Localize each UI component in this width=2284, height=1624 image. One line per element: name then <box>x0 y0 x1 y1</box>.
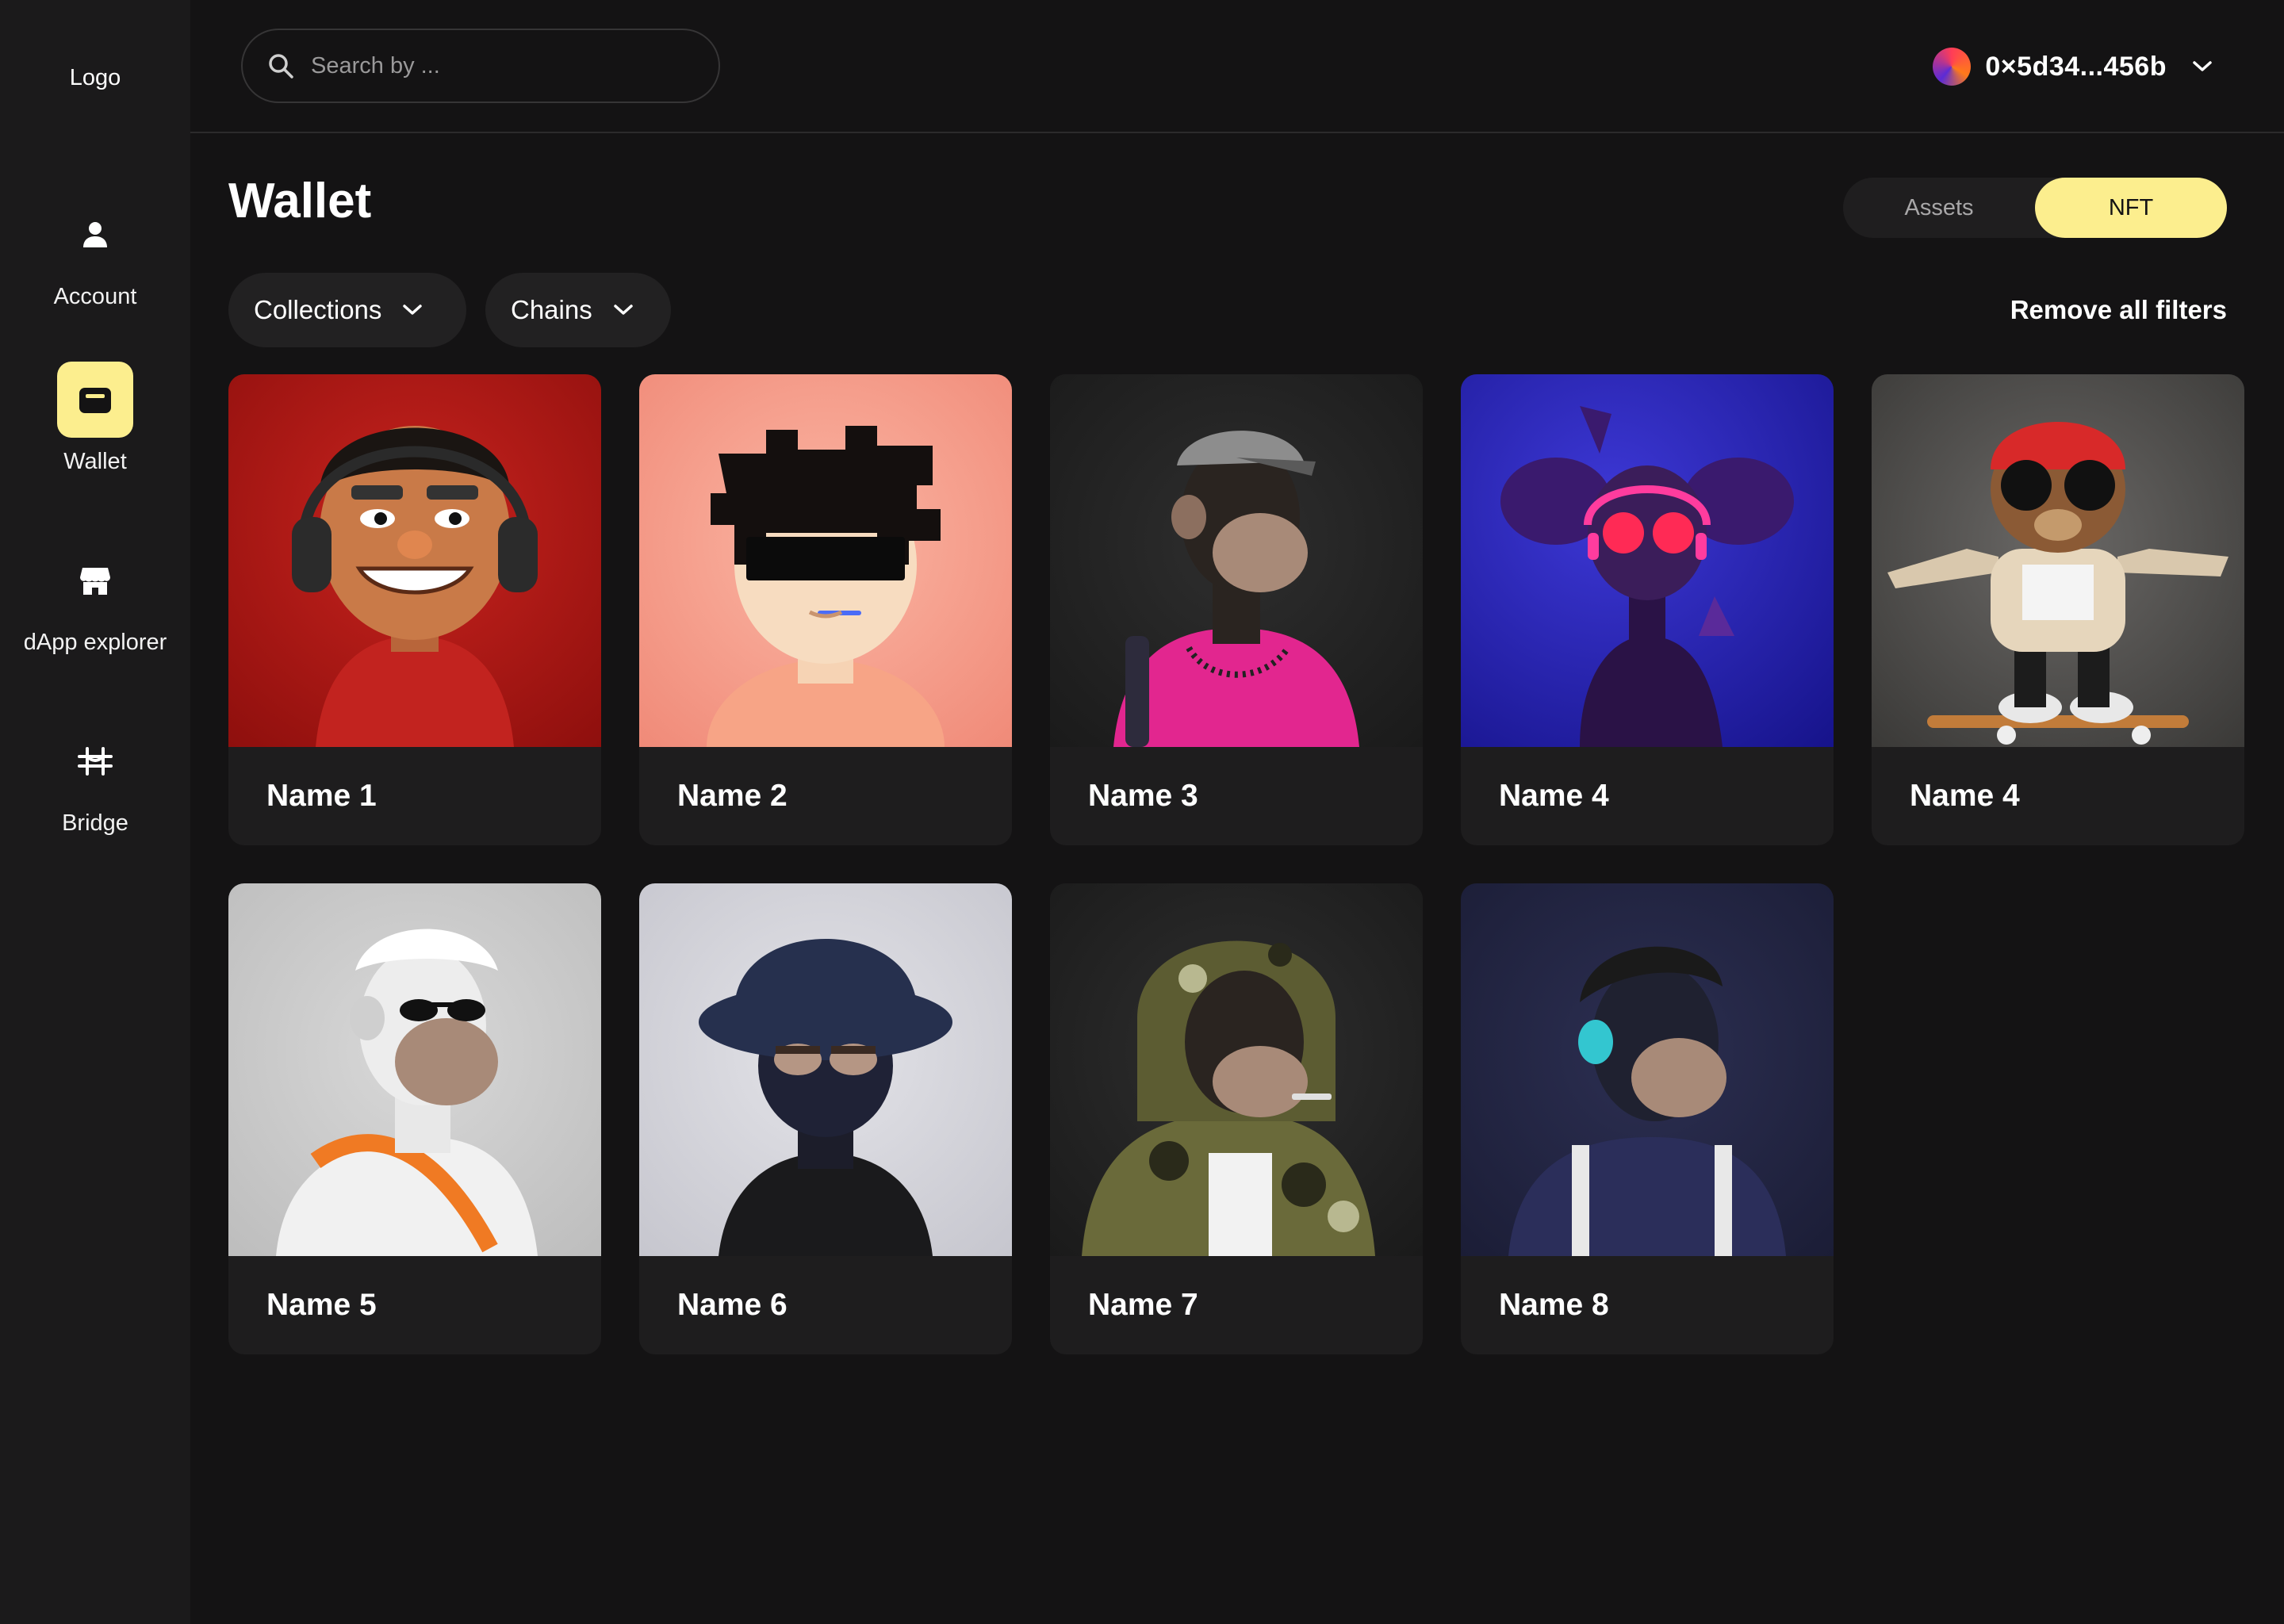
sidebar-item-label: Wallet <box>63 449 127 474</box>
nft-card[interactable]: Name 4 <box>1461 374 1834 845</box>
bridge-icon <box>57 723 133 799</box>
nft-name: Name 4 <box>1499 779 1609 813</box>
logo[interactable]: Logo <box>0 65 190 91</box>
tab-assets[interactable]: Assets <box>1843 178 2035 238</box>
chevron-down-icon <box>2192 60 2213 73</box>
wallet-address-dropdown[interactable]: 0×5d34...456b <box>1933 41 2213 92</box>
nft-name: Name 8 <box>1499 1288 1609 1322</box>
nft-name: Name 1 <box>266 779 377 813</box>
search-input[interactable] <box>309 52 693 80</box>
nft-image <box>1050 374 1423 747</box>
sidebar-item-wallet[interactable]: Wallet <box>0 362 190 475</box>
chevron-down-icon <box>613 304 634 316</box>
sidebar-item-dapp-explorer[interactable]: dApp explorer <box>0 542 190 656</box>
sidebar-item-label: Bridge <box>62 810 128 836</box>
nft-card[interactable]: Name 8 <box>1461 883 1834 1354</box>
nft-image <box>228 883 601 1256</box>
sidebar: Logo Account Wallet dApp explorer Bridge <box>0 0 190 1624</box>
nft-name: Name 5 <box>266 1288 377 1322</box>
avatar <box>1933 48 1972 86</box>
tab-nft[interactable]: NFT <box>2035 178 2227 238</box>
wallet-address: 0×5d34...456b <box>1985 51 2167 82</box>
nft-name: Name 7 <box>1088 1288 1198 1322</box>
filter-label: Collections <box>254 295 382 324</box>
store-icon <box>57 542 133 619</box>
search-icon <box>266 52 295 80</box>
nft-name: Name 6 <box>677 1288 788 1322</box>
top-bar: 0×5d34...456b <box>190 0 2284 133</box>
nft-card[interactable]: Name 1 <box>228 374 601 845</box>
nft-card[interactable]: Name 2 <box>639 374 1012 845</box>
nft-image <box>639 883 1012 1256</box>
nft-image <box>639 374 1012 747</box>
view-toggle: Assets NFT <box>1843 178 2227 238</box>
nft-image <box>228 374 601 747</box>
chains-filter-dropdown[interactable]: Chains <box>485 273 671 347</box>
page-title: Wallet <box>228 174 372 228</box>
nft-name: Name 3 <box>1088 779 1198 813</box>
filter-label: Chains <box>511 295 592 324</box>
nft-card[interactable]: Name 4 <box>1872 374 2244 845</box>
nft-image <box>1872 374 2244 747</box>
nft-card[interactable]: Name 6 <box>639 883 1012 1354</box>
nft-image <box>1461 883 1834 1256</box>
nft-image <box>1461 374 1834 747</box>
nft-card[interactable]: Name 7 <box>1050 883 1423 1354</box>
user-icon <box>57 197 133 273</box>
nft-card[interactable]: Name 5 <box>228 883 601 1354</box>
search-bar[interactable] <box>241 29 720 103</box>
wallet-icon <box>57 362 133 438</box>
nft-name: Name 4 <box>1910 779 2020 813</box>
remove-all-filters-link[interactable]: Remove all filters <box>2010 295 2227 325</box>
sidebar-item-label: Account <box>53 284 137 309</box>
nft-image <box>1050 883 1423 1256</box>
sidebar-item-bridge[interactable]: Bridge <box>0 723 190 837</box>
collections-filter-dropdown[interactable]: Collections <box>228 273 466 347</box>
sidebar-item-label: dApp explorer <box>23 630 167 655</box>
sidebar-item-account[interactable]: Account <box>0 197 190 310</box>
chevron-down-icon <box>402 304 423 316</box>
nft-name: Name 2 <box>677 779 788 813</box>
nft-card[interactable]: Name 3 <box>1050 374 1423 845</box>
